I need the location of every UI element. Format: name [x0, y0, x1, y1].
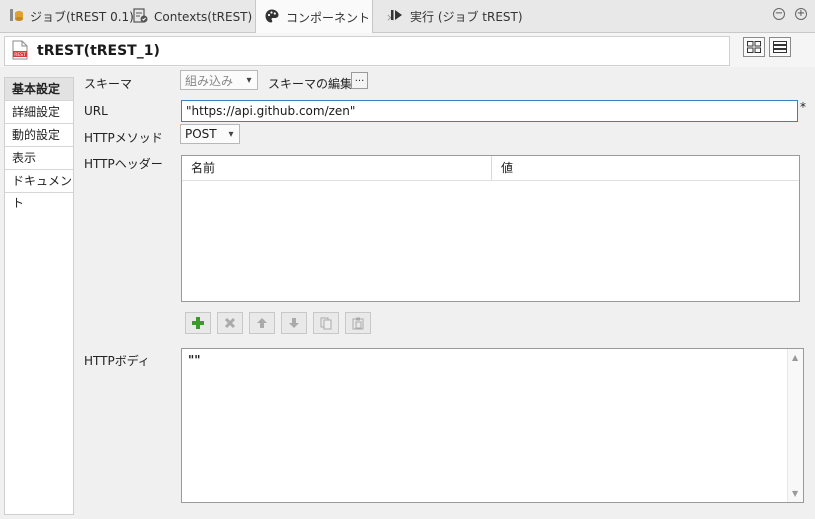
tab-contexts[interactable]: Contexts(tREST) [124, 0, 254, 33]
editor-tab-bar: ジョブ(tREST 0.1) Contexts(tREST) コンポーネント ×… [0, 0, 815, 34]
job-icon [8, 7, 24, 26]
vertical-scrollbar[interactable]: ▲ ▼ [787, 349, 803, 502]
paste-icon [352, 317, 364, 329]
list-view-button[interactable] [769, 37, 791, 57]
arrow-up-icon [257, 318, 267, 328]
nav-item-advanced[interactable]: 詳細設定 [5, 101, 73, 124]
grid-view-button[interactable] [743, 37, 765, 57]
tab-job[interactable]: ジョブ(tREST 0.1) [0, 0, 134, 33]
tab-component[interactable]: コンポーネント × [255, 0, 395, 34]
plus-icon [192, 317, 204, 329]
paste-row-button[interactable] [345, 312, 371, 334]
http-method-select[interactable]: POST ▾ [180, 124, 240, 144]
http-body-textarea[interactable]: "" ▲ ▼ [181, 348, 804, 503]
url-input[interactable]: "https://api.github.com/zen" [181, 100, 798, 122]
scroll-up-icon[interactable]: ▲ [792, 353, 798, 362]
tab-job-label: ジョブ(tREST 0.1) [30, 10, 134, 24]
palette-icon [264, 8, 280, 27]
scroll-down-icon[interactable]: ▼ [792, 489, 798, 498]
arrow-down-icon [289, 318, 299, 328]
svg-text:REST: REST [14, 52, 26, 58]
nav-item-basic[interactable]: 基本設定 [5, 78, 73, 101]
column-header-value[interactable]: 値 [491, 156, 799, 180]
column-header-name[interactable]: 名前 [182, 156, 491, 180]
chevron-down-icon: ▾ [228, 128, 234, 140]
tab-run[interactable]: 実行 (ジョブ tREST) [380, 0, 523, 33]
schema-edit-label: スキーマの編集 [268, 77, 353, 91]
chevron-down-icon: ▾ [246, 74, 252, 86]
http-headers-table[interactable]: 名前 値 [181, 155, 800, 302]
basic-settings-panel: スキーマ 組み込み ▾ スキーマの編集 ... URL "https://api… [74, 67, 815, 519]
http-method-label: HTTPメソッド [84, 131, 163, 145]
window-controls: − + [773, 8, 807, 20]
tab-run-label: 実行 (ジョブ tREST) [410, 10, 523, 24]
minimize-icon[interactable]: − [773, 8, 785, 20]
http-body-label: HTTPボディ [84, 354, 150, 368]
add-row-button[interactable] [185, 312, 211, 334]
view-toggle-buttons [743, 37, 791, 57]
settings-nav: 基本設定 詳細設定 動的設定 表示 ドキュメント [4, 77, 74, 515]
contexts-icon [132, 7, 148, 26]
move-up-button[interactable] [249, 312, 275, 334]
url-label: URL [84, 104, 108, 118]
component-header: REST tREST(tREST_1) [0, 33, 815, 67]
table-header: 名前 値 [182, 156, 799, 181]
delete-icon [224, 317, 236, 329]
schema-value: 組み込み [185, 73, 234, 88]
nav-item-documentation[interactable]: ドキュメント [5, 170, 73, 210]
url-required-mark: * [800, 100, 806, 114]
move-down-button[interactable] [281, 312, 307, 334]
http-method-value: POST [185, 127, 217, 141]
http-body-value: "" [188, 353, 201, 367]
schema-label: スキーマ [84, 77, 133, 91]
schema-edit-button[interactable]: ... [351, 72, 368, 89]
run-icon [388, 7, 404, 26]
copy-row-button[interactable] [313, 312, 339, 334]
copy-icon [320, 317, 332, 329]
list-icon [773, 41, 787, 53]
nav-item-dynamic[interactable]: 動的設定 [5, 124, 73, 147]
delete-row-button[interactable] [217, 312, 243, 334]
http-headers-label: HTTPヘッダー [84, 157, 163, 171]
component-title-box: REST tREST(tREST_1) [4, 36, 730, 66]
grid-icon [747, 41, 761, 53]
nav-item-view[interactable]: 表示 [5, 147, 73, 170]
schema-select[interactable]: 組み込み ▾ [180, 70, 258, 90]
tab-component-label: コンポーネント [286, 10, 371, 25]
tab-contexts-label: Contexts(tREST) [154, 9, 253, 24]
maximize-icon[interactable]: + [795, 8, 807, 20]
table-toolbar [185, 312, 371, 334]
rest-component-icon: REST [11, 40, 29, 63]
page-title: tREST(tREST_1) [37, 43, 160, 59]
